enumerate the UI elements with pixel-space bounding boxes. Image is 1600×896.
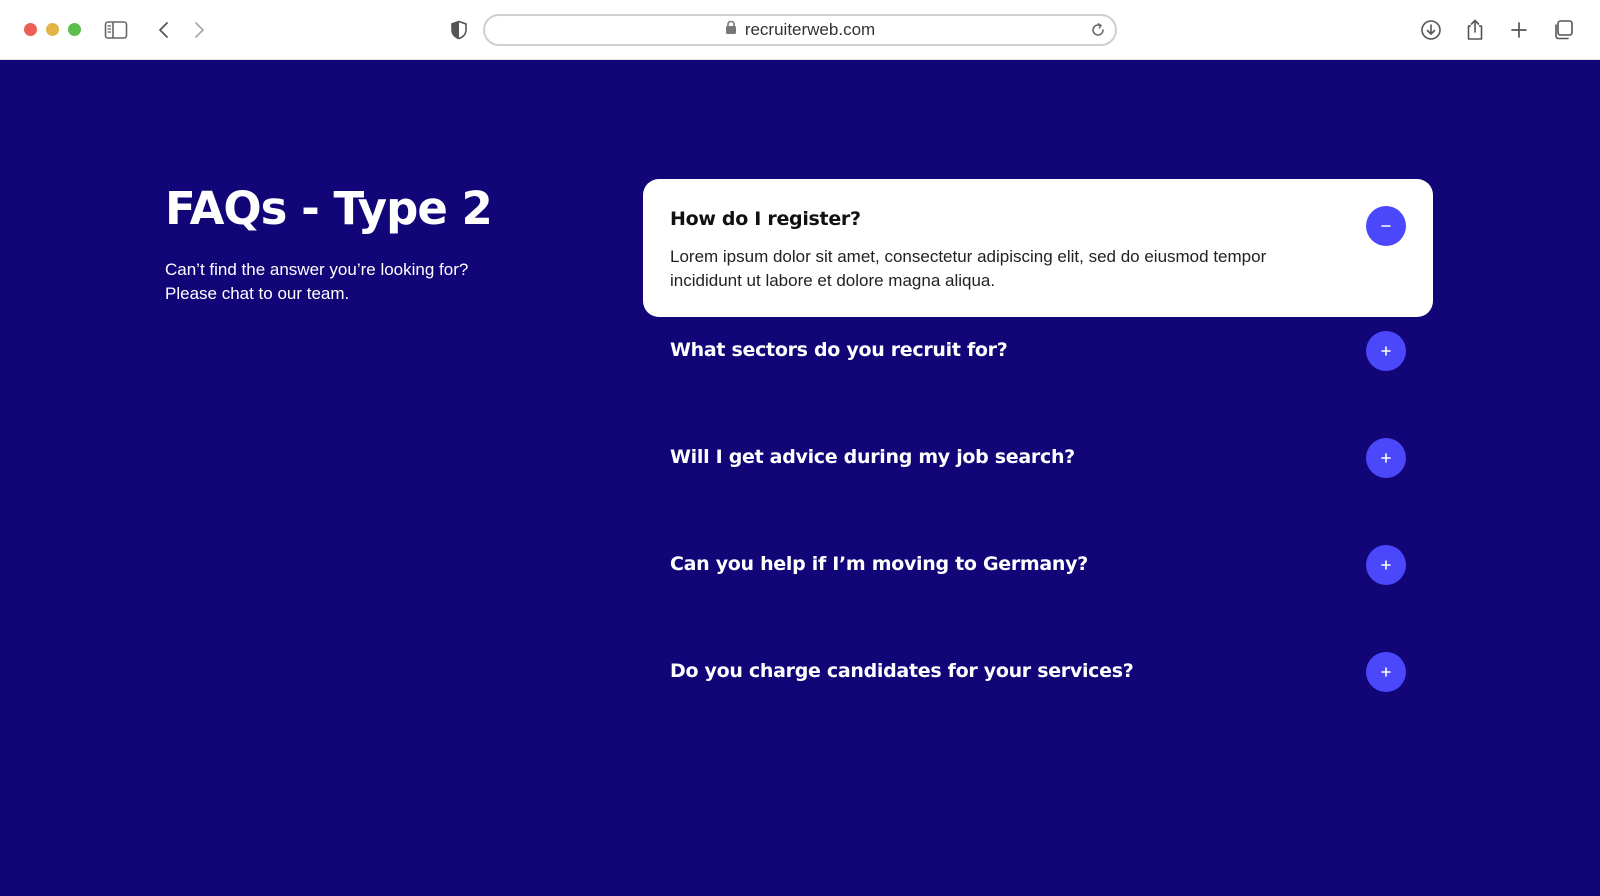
faq-question[interactable]: Will I get advice during my job search? <box>670 446 1075 468</box>
plus-icon <box>1381 667 1391 677</box>
expand-button[interactable] <box>1366 545 1406 585</box>
page-subtitle: Can’t find the answer you’re looking for… <box>165 258 525 306</box>
forward-icon[interactable] <box>185 16 213 44</box>
close-window-button[interactable] <box>24 23 37 36</box>
faq-question[interactable]: What sectors do you recruit for? <box>670 339 1008 361</box>
faq-question[interactable]: Can you help if I’m moving to Germany? <box>670 553 1088 575</box>
collapse-button[interactable] <box>1366 206 1406 246</box>
subtitle-line-1: Can’t find the answer you’re looking for… <box>165 260 469 279</box>
faq-list: How do I register? Lorem ipsum dolor sit… <box>643 179 1433 745</box>
address-bar[interactable]: recruiterweb.com <box>483 14 1117 46</box>
minimize-window-button[interactable] <box>46 23 59 36</box>
faq-answer-line-1: Lorem ipsum dolor sit amet, consectetur … <box>670 247 1267 266</box>
shield-icon[interactable] <box>445 16 473 44</box>
faq-item-germany[interactable]: Can you help if I’m moving to Germany? <box>643 531 1433 638</box>
faq-answer: Lorem ipsum dolor sit amet, consectetur … <box>670 245 1330 293</box>
share-icon[interactable] <box>1461 16 1489 44</box>
plus-icon <box>1381 560 1391 570</box>
minus-icon <box>1381 225 1391 227</box>
url-text: recruiterweb.com <box>744 20 876 39</box>
faq-question[interactable]: Do you charge candidates for your servic… <box>670 660 1134 682</box>
zoom-window-button[interactable] <box>68 23 81 36</box>
browser-toolbar: recruiterweb.com <box>0 0 1600 60</box>
faq-page: FAQs - Type 2 Can’t find the answer you’… <box>0 60 1600 896</box>
new-tab-icon[interactable] <box>1505 16 1533 44</box>
faq-item-charges[interactable]: Do you charge candidates for your servic… <box>643 638 1433 745</box>
faq-item-advice[interactable]: Will I get advice during my job search? <box>643 424 1433 531</box>
faq-item-register[interactable]: How do I register? Lorem ipsum dolor sit… <box>643 179 1433 317</box>
lock-icon <box>725 20 737 40</box>
faq-question[interactable]: How do I register? <box>670 208 861 230</box>
expand-button[interactable] <box>1366 331 1406 371</box>
tabs-overview-icon[interactable] <box>1549 16 1577 44</box>
faq-answer-line-2: incididunt ut labore et dolore magna ali… <box>670 271 996 290</box>
expand-button[interactable] <box>1366 438 1406 478</box>
subtitle-line-2: Please chat to our team. <box>165 284 350 303</box>
back-icon[interactable] <box>150 16 178 44</box>
faq-item-sectors[interactable]: What sectors do you recruit for? <box>643 317 1433 424</box>
page-title: FAQs - Type 2 <box>165 182 493 235</box>
plus-icon <box>1381 453 1391 463</box>
download-icon[interactable] <box>1417 16 1445 44</box>
sidebar-icon[interactable] <box>102 16 130 44</box>
reload-icon[interactable] <box>1089 21 1107 44</box>
plus-icon <box>1381 346 1391 356</box>
expand-button[interactable] <box>1366 652 1406 692</box>
